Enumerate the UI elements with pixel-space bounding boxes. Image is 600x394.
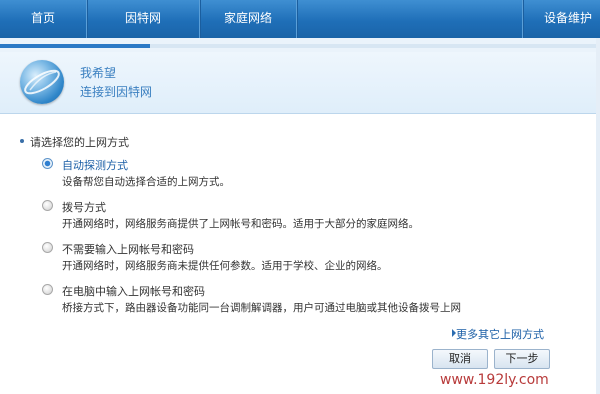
option-desc: 桥接方式下，路由器设备功能同一台调制解调器，用户可通过电脑或其他设备拨号上网	[62, 302, 461, 314]
nav-divider	[522, 0, 523, 38]
option-title: 拨号方式	[62, 201, 106, 214]
option-desc: 开通网络时，网络服务商提供了上网帐号和密码。适用于大部分的家庭网络。	[62, 218, 419, 230]
more-methods-link[interactable]: 更多其它上网方式	[456, 326, 544, 342]
option-title: 在电脑中输入上网帐号和密码	[62, 285, 205, 298]
cancel-button[interactable]: 取消	[432, 349, 488, 369]
option-desc: 设备帮您自动选择合适的上网方式。	[62, 176, 230, 188]
radio-pc-account[interactable]	[42, 284, 53, 295]
header-subtitle: 连接到因特网	[80, 85, 153, 99]
wizard-header: 我希望 连接到因特网	[0, 52, 600, 114]
progress-fill	[0, 44, 150, 48]
option-desc: 开通网络时，网络服务商未提供任何参数。适用于学校、企业的网络。	[62, 260, 388, 272]
next-button[interactable]: 下一步	[494, 349, 550, 369]
nav-divider	[296, 0, 297, 38]
option-title: 自动探测方式	[62, 159, 128, 172]
bullet-icon	[20, 139, 24, 143]
option-title: 不需要输入上网帐号和密码	[62, 243, 194, 256]
globe-icon	[20, 60, 64, 104]
radio-dialup[interactable]	[42, 200, 53, 211]
radio-auto-detect[interactable]	[42, 158, 53, 169]
nav-device-maintenance[interactable]: 设备维护	[544, 0, 600, 38]
nav-home-network[interactable]: 家庭网络	[200, 0, 296, 38]
section-prompt: 请选择您的上网方式	[30, 136, 129, 149]
nav-home[interactable]: 首页	[0, 0, 86, 38]
progress-bar	[0, 44, 600, 48]
radio-no-account[interactable]	[42, 242, 53, 253]
top-nav: 首页 因特网 家庭网络 设备维护	[0, 0, 600, 38]
header-title: 我希望	[80, 66, 117, 80]
nav-internet[interactable]: 因特网	[87, 0, 199, 38]
page-edge	[596, 38, 600, 394]
watermark: www.192ly.com	[440, 372, 549, 388]
